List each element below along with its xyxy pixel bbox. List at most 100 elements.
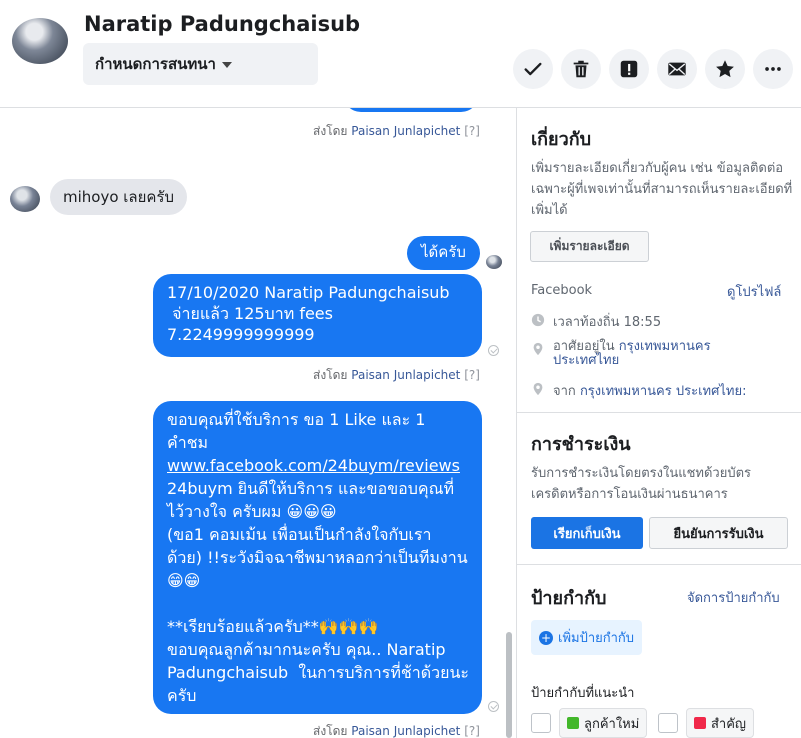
about-description: เพิ่มรายละเอียดเกี่ยวกับผู้คน เช่น ข้อมู… xyxy=(531,158,793,221)
message-bubble-incoming: mihoyo เลยครับ xyxy=(50,179,188,215)
sender-link[interactable]: Paisan Junlapichet xyxy=(351,368,460,382)
check-icon xyxy=(524,62,542,76)
message-thread[interactable]: ส่งโดย Paisan Junlapichet [?] mihoyo เลย… xyxy=(0,108,516,738)
message-line: ด้วย) !!ระวังมิจฉาชีพมาหลอกว่าเป็นทีมงาน xyxy=(167,548,468,567)
suggested-labels-title: ป้ายกำกับที่แนะนำ xyxy=(531,686,635,701)
chat-scrollbar[interactable] xyxy=(506,632,512,738)
lives-in-row: อาศัยอยู่ใน กรุงเทพมหานคร ประเทศไทย xyxy=(531,340,711,368)
message-line: จ่ายแล้ว 125บาท fees xyxy=(167,304,333,323)
star-button[interactable] xyxy=(705,49,745,89)
message-bubble-outgoing: ขอบคุณที่ใช้บริการ ขอ 1 Like และ 1 คำชม … xyxy=(153,401,482,714)
view-profile-link[interactable]: ดูโปรไฟล์ xyxy=(727,281,781,302)
contact-name[interactable]: Naratip Padungchaisub xyxy=(84,12,360,36)
label-name: ลูกค้าใหม่ xyxy=(584,716,640,732)
mark-unread-button[interactable] xyxy=(657,49,697,89)
message-line: ขอบคุณลูกค้ามากนะครับ คุณ.. Naratip xyxy=(167,640,446,659)
sent-by-line: ส่งโดย Paisan Junlapichet [?] xyxy=(313,122,480,141)
label-checkbox[interactable] xyxy=(658,713,678,733)
message-line: (ขอ1 คอมเม้น เพื่อนเป็นกำลังใจกับเรา xyxy=(167,525,432,544)
mark-spam-button[interactable] xyxy=(609,49,649,89)
message-line: 7.2249999999999 xyxy=(167,325,315,344)
location-icon xyxy=(533,382,543,396)
payment-section: การชำระเงิน รับการชำระเงินโดยตรงในแชทด้ว… xyxy=(517,413,801,565)
contact-avatar[interactable] xyxy=(12,18,68,64)
suggested-label-important[interactable]: สำคัญ xyxy=(686,708,755,738)
label-color-swatch xyxy=(567,717,579,729)
contact-avatar-small xyxy=(10,186,40,212)
message-line: 😁😁 xyxy=(167,571,201,590)
message-line: ไว้วางใจ ครับผม 😀😀😀 xyxy=(167,502,337,521)
about-title: เกี่ยวกับ xyxy=(531,129,592,150)
sent-by-prefix: ส่งโดย xyxy=(313,368,348,382)
sent-by-prefix: ส่งโดย xyxy=(313,124,348,138)
sender-link[interactable]: Paisan Junlapichet xyxy=(351,124,460,138)
assign-label: กำหนดการสนทนา xyxy=(95,55,216,73)
add-details-button[interactable]: เพิ่มรายละเอียด xyxy=(530,231,649,262)
request-payment-button[interactable]: เรียกเก็บเงิน xyxy=(531,517,643,549)
payment-description-line: เครดิตหรือการโอนเงินผ่านธนาคาร xyxy=(531,487,728,502)
message-line: 24buym ยินดีให้บริการ และขอขอบคุณที่ xyxy=(167,479,455,498)
message-bubble-outgoing: 17/10/2020 Naratip Padungchaisub จ่ายแล้… xyxy=(153,274,482,357)
mark-done-button[interactable] xyxy=(513,49,553,89)
hometown-link[interactable]: กรุงเทพมหานคร ประเทศไทย: xyxy=(580,380,747,401)
about-description-line: เพิ่มรายละเอียดเกี่ยวกับผู้คน เช่น ข้อมู… xyxy=(531,161,784,176)
label-name: สำคัญ xyxy=(711,716,747,732)
help-link[interactable]: [?] xyxy=(464,724,480,738)
help-link[interactable]: [?] xyxy=(464,368,480,382)
lives-in-city-link[interactable]: กรุงเทพมหานคร xyxy=(619,339,711,354)
label-checkbox[interactable] xyxy=(531,713,551,733)
star-icon xyxy=(716,60,734,78)
conversation-header: Naratip Padungchaisub กำหนดการสนทนา xyxy=(0,0,801,108)
mail-icon xyxy=(668,62,686,76)
local-time-row: เวลาท้องถิ่น 18:55 xyxy=(531,311,661,332)
payment-description: รับการชำระเงินโดยตรงในแชทด้วยบัตร เครดิต… xyxy=(531,463,751,505)
location-icon xyxy=(533,342,543,356)
about-section: เกี่ยวกับ เพิ่มรายละเอียดเกี่ยวกับผู้คน … xyxy=(517,108,801,413)
from-prefix: จาก xyxy=(553,384,576,399)
caret-down-icon xyxy=(221,61,232,68)
label-color-swatch xyxy=(694,717,706,729)
help-link[interactable]: [?] xyxy=(464,124,480,138)
plus-icon: + xyxy=(539,630,553,645)
delete-button[interactable] xyxy=(561,49,601,89)
add-label-text: เพิ่มป้ายกำกับ xyxy=(558,631,635,646)
message-bubble-outgoing: ได้ครับ xyxy=(407,236,480,270)
add-label-button[interactable]: + เพิ่มป้ายกำกับ xyxy=(531,620,643,655)
manage-labels-link[interactable]: จัดการป้ายกำกับ xyxy=(687,587,780,608)
sent-check-icon xyxy=(488,345,499,356)
trash-icon xyxy=(573,60,589,78)
message-line: **เรียบร้อยแล้วครับ**🙌🙌🙌 xyxy=(167,617,379,636)
suggested-label-new-customer[interactable]: ลูกค้าใหม่ xyxy=(559,708,648,738)
more-icon xyxy=(765,67,781,71)
message-line: ขอบคุณที่ใช้บริการ ขอ 1 Like และ 1 xyxy=(167,410,426,429)
source-label: Facebook xyxy=(531,283,593,298)
message-line: คำชม xyxy=(167,433,209,452)
labels-title: ป้ายกำกับ xyxy=(531,588,607,609)
more-options-button[interactable] xyxy=(753,49,793,89)
message-line: Padungchaisub ในการบริการที่ช้าด้วยนะ xyxy=(167,663,470,682)
assign-conversation-dropdown[interactable]: กำหนดการสนทนา xyxy=(83,43,318,85)
sent-by-line: ส่งโดย Paisan Junlapichet [?] xyxy=(313,366,480,385)
reviews-link[interactable]: www.facebook.com/24buym/reviews xyxy=(167,454,468,477)
payment-title: การชำระเงิน xyxy=(531,434,631,455)
labels-section: ป้ายกำกับ จัดการป้ายกำกับ + เพิ่มป้ายกำก… xyxy=(517,565,801,738)
alert-icon xyxy=(620,60,638,78)
about-description-line: เพิ่มได้ xyxy=(531,203,568,218)
lives-in-country-link[interactable]: ประเทศไทย xyxy=(553,353,619,368)
local-time: เวลาท้องถิ่น 18:55 xyxy=(553,315,662,330)
customer-info-panel: เกี่ยวกับ เพิ่มรายละเอียดเกี่ยวกับผู้คน … xyxy=(516,108,801,738)
clock-icon xyxy=(531,313,545,327)
seen-avatar xyxy=(486,255,502,269)
hometown-row: จาก กรุงเทพมหานคร ประเทศไทย: xyxy=(531,380,746,401)
message-line: 17/10/2020 Naratip Padungchaisub xyxy=(167,283,450,302)
about-description-line: เฉพาะผู้ที่เพจเท่านั้นที่สามารถเห็นรายละ… xyxy=(531,182,793,197)
payment-description-line: รับการชำระเงินโดยตรงในแชทด้วยบัตร xyxy=(531,466,752,481)
sent-by-line: ส่งโดย Paisan Junlapichet [?] xyxy=(313,722,480,738)
confirm-payment-button[interactable]: ยืนยันการรับเงิน xyxy=(649,517,788,549)
sender-link[interactable]: Paisan Junlapichet xyxy=(351,724,460,738)
sent-check-icon xyxy=(488,701,499,712)
sent-by-prefix: ส่งโดย xyxy=(313,724,348,738)
message-line: ครับ xyxy=(167,686,197,705)
message-bubble-outgoing-partial xyxy=(343,108,479,112)
